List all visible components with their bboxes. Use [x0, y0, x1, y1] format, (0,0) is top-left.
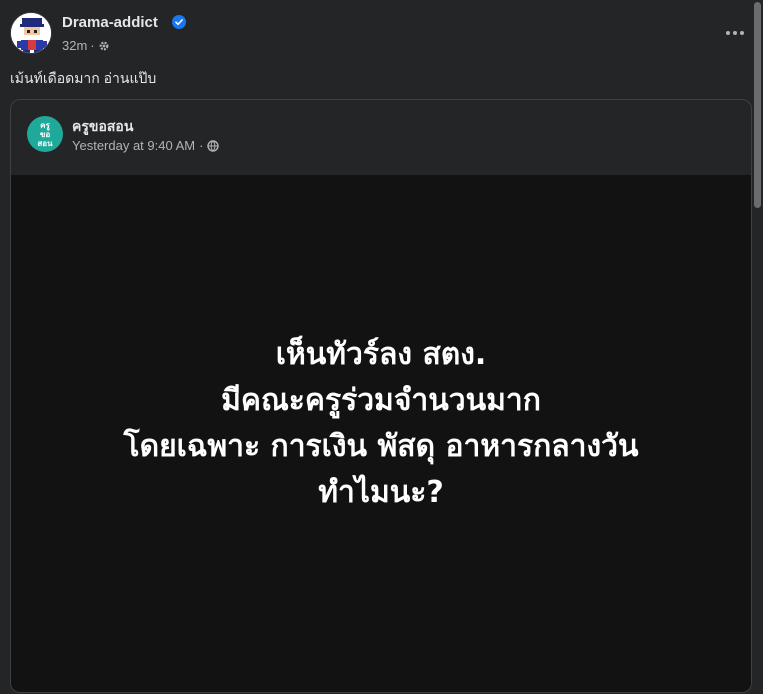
post-caption: เม้นท์เดือดมาก อ่านแป๊บ: [10, 70, 157, 86]
gear-icon: [99, 41, 109, 50]
shared-avatar-logo: ครู ขอ สอน: [37, 121, 53, 148]
shared-author-name[interactable]: ครูขอสอน: [72, 116, 133, 138]
avatar-line-3: สอน: [37, 139, 53, 148]
meta-separator: ·: [90, 38, 95, 53]
image-text-line: มีคณะครูร่วมจำนวนมาก: [221, 382, 541, 418]
shared-post-time[interactable]: Yesterday at 9:40 AM: [72, 138, 195, 153]
image-text-line: เห็นทัวร์ลง สตง.: [275, 336, 487, 372]
shared-post-header: ครู ขอ สอน ครูขอสอน Yesterday at 9:40 AM…: [11, 100, 751, 175]
globe-icon: [207, 139, 220, 152]
image-text-block: เห็นทัวร์ลง สตง. มีคณะครูร่วมจำนวนมาก โด…: [123, 332, 638, 516]
meta-separator: ·: [199, 138, 204, 153]
more-options-button[interactable]: [720, 18, 750, 48]
shared-author-avatar[interactable]: ครู ขอ สอน: [27, 116, 63, 152]
shared-post-meta: Yesterday at 9:40 AM ·: [72, 138, 220, 153]
image-text-line: โดยเฉพาะ การเงิน พัสดุ อาหารกลางวัน: [123, 428, 639, 464]
shared-post-image[interactable]: เห็นทัวร์ลง สตง. มีคณะครูร่วมจำนวนมาก โด…: [11, 175, 751, 692]
pixel-character-icon: [11, 13, 51, 53]
post-meta: 32m ·: [62, 38, 110, 53]
post-time[interactable]: 32m: [62, 38, 87, 53]
verified-badge-icon: [172, 15, 186, 29]
author-avatar[interactable]: [10, 12, 52, 54]
post-header: Drama-addict 32m ·: [10, 10, 750, 56]
avatar-line-2: ขอ: [40, 130, 50, 139]
author-name[interactable]: Drama-addict: [62, 14, 158, 31]
shared-post-card[interactable]: ครู ขอ สอน ครูขอสอน Yesterday at 9:40 AM…: [10, 99, 752, 693]
image-text-line: ทำไมนะ?: [318, 474, 444, 510]
scrollbar-thumb[interactable]: [754, 2, 761, 208]
more-dots-icon: [726, 31, 744, 35]
